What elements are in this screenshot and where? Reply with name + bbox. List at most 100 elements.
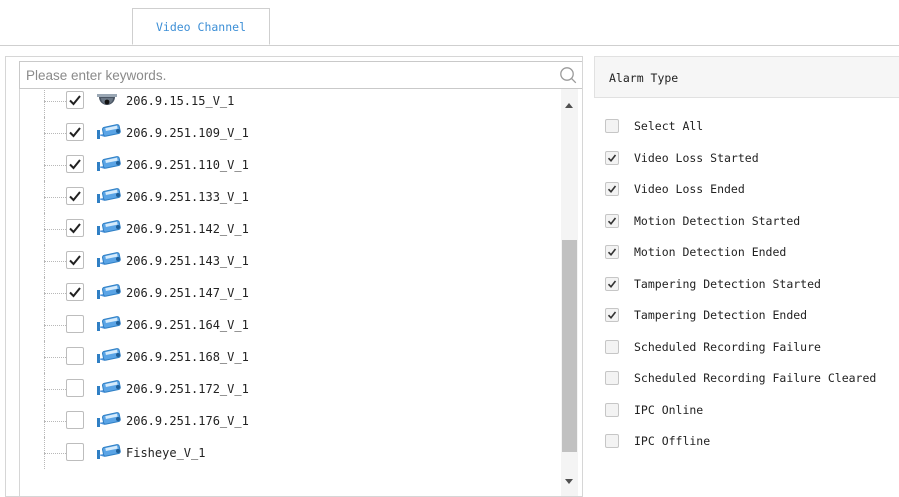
tree-connector <box>44 325 66 326</box>
channel-row[interactable]: 206.9.251.164_V_1 <box>20 309 561 341</box>
bullet-camera-icon <box>96 316 122 338</box>
tab-bar: Video Channel <box>0 0 899 46</box>
alarm-type-option[interactable]: IPC Offline <box>594 426 899 457</box>
bullet-camera-icon <box>96 348 122 370</box>
scroll-up-arrow[interactable] <box>565 103 573 108</box>
channel-label: 206.9.251.143_V_1 <box>126 254 249 268</box>
channel-row[interactable]: 206.9.251.172_V_1 <box>20 373 561 405</box>
checkmark-icon <box>69 191 81 202</box>
channel-label: 206.9.251.133_V_1 <box>126 190 249 204</box>
tree-connector <box>44 261 66 262</box>
checkmark-icon <box>69 255 81 266</box>
alarm-type-checkbox[interactable] <box>605 339 619 354</box>
alarm-type-label: Motion Detection Started <box>634 213 801 228</box>
search-input[interactable] <box>20 62 552 88</box>
alarm-type-option[interactable]: Video Loss Started <box>594 143 899 174</box>
channel-row[interactable]: Fisheye_V_1 <box>20 437 561 469</box>
alarm-type-label: Video Loss Started <box>634 150 759 165</box>
alarm-type-checkbox[interactable] <box>605 276 619 291</box>
bullet-camera-icon <box>96 124 122 146</box>
channel-checkbox[interactable] <box>66 411 84 429</box>
checkmark-icon <box>607 311 617 320</box>
bullet-camera-icon <box>96 284 122 306</box>
tree-connector <box>44 421 66 422</box>
checkmark-icon <box>69 223 81 234</box>
alarm-type-label: Scheduled Recording Failure <box>634 339 821 354</box>
alarm-type-option[interactable]: Scheduled Recording Failure Cleared <box>594 363 899 394</box>
alarm-type-checkbox[interactable] <box>605 402 619 417</box>
channel-checkbox[interactable] <box>66 315 84 333</box>
channel-checkbox[interactable] <box>66 251 84 269</box>
channel-checkbox[interactable] <box>66 187 84 205</box>
channel-row[interactable]: 206.9.251.133_V_1 <box>20 181 561 213</box>
checkmark-icon <box>69 127 81 138</box>
channel-row[interactable]: 206.9.251.147_V_1 <box>20 277 561 309</box>
checkmark-icon <box>69 95 81 106</box>
channel-checkbox[interactable] <box>66 443 84 461</box>
checkmark-icon <box>69 287 81 298</box>
channel-panel: 206.9.15.15_V_1 206.9.251.109_V_1 206.9.25… <box>5 56 583 497</box>
bullet-camera-icon <box>96 412 122 434</box>
channel-row[interactable]: 206.9.251.142_V_1 <box>20 213 561 245</box>
channel-checkbox[interactable] <box>66 155 84 173</box>
bullet-camera-icon <box>96 156 122 178</box>
search-box <box>19 61 582 89</box>
dome-camera-icon <box>96 92 118 114</box>
checkmark-icon <box>607 248 617 257</box>
channel-label: Fisheye_V_1 <box>126 446 206 460</box>
checkmark-icon <box>607 154 617 162</box>
channel-row[interactable]: 206.9.251.109_V_1 <box>20 117 561 149</box>
channel-label: 206.9.251.109_V_1 <box>126 126 249 140</box>
channel-row[interactable]: 206.9.251.110_V_1 <box>20 149 561 181</box>
alarm-type-header: Alarm Type <box>594 56 899 98</box>
scrollbar[interactable] <box>561 89 578 496</box>
channel-label: 206.9.251.168_V_1 <box>126 350 249 364</box>
bullet-camera-icon <box>96 252 122 274</box>
alarm-type-option[interactable]: Motion Detection Ended <box>594 237 899 268</box>
channel-label: 206.9.15.15_V_1 <box>126 94 235 108</box>
alarm-type-checkbox[interactable] <box>605 150 619 165</box>
channel-row[interactable]: 206.9.15.15_V_1 <box>20 89 561 117</box>
alarm-type-checkbox[interactable] <box>605 245 619 259</box>
tree-connector <box>44 133 66 134</box>
tree-connector <box>44 389 66 390</box>
scroll-thumb[interactable] <box>562 240 577 452</box>
alarm-type-checkbox[interactable] <box>605 308 619 322</box>
channel-checkbox[interactable] <box>66 379 84 397</box>
alarm-type-option[interactable]: Tampering Detection Ended <box>594 300 899 331</box>
channel-label: 206.9.251.142_V_1 <box>126 222 249 236</box>
select-all-option[interactable]: Select All <box>594 111 899 142</box>
tree-connector <box>44 197 66 198</box>
alarm-type-option[interactable]: Tampering Detection Started <box>594 269 899 300</box>
alarm-type-option[interactable]: Video Loss Ended <box>594 174 899 205</box>
alarm-type-option[interactable]: IPC Online <box>594 395 899 426</box>
channel-checkbox[interactable] <box>66 219 84 237</box>
tree-connector <box>44 89 45 117</box>
alarm-type-label: IPC Offline <box>634 434 711 448</box>
alarm-type-checkbox[interactable] <box>605 371 619 385</box>
alarm-type-checkbox[interactable] <box>605 119 619 133</box>
search-icon[interactable] <box>559 66 577 84</box>
tree-connector <box>44 293 66 294</box>
tree-connector <box>44 165 66 166</box>
channel-row[interactable]: 206.9.251.176_V_1 <box>20 405 561 437</box>
channel-tree: 206.9.15.15_V_1 206.9.251.109_V_1 206.9.25… <box>19 89 561 496</box>
checkmark-icon <box>69 159 81 170</box>
alarm-type-checkbox[interactable] <box>605 213 619 228</box>
checkmark-icon <box>607 185 617 194</box>
alarm-type-label: Video Loss Ended <box>634 182 745 196</box>
tab-video-channel[interactable]: Video Channel <box>132 8 270 45</box>
channel-checkbox[interactable] <box>66 283 84 301</box>
alarm-type-panel: Alarm Type Select All Video Loss Started V… <box>594 56 899 497</box>
alarm-type-checkbox[interactable] <box>605 434 619 448</box>
channel-row[interactable]: 206.9.251.143_V_1 <box>20 245 561 277</box>
alarm-type-option[interactable]: Motion Detection Started <box>594 206 899 237</box>
alarm-type-label: IPC Online <box>634 402 704 417</box>
channel-row[interactable]: 206.9.251.168_V_1 <box>20 341 561 373</box>
scroll-down-arrow[interactable] <box>565 479 573 484</box>
channel-checkbox[interactable] <box>66 347 84 365</box>
alarm-type-option[interactable]: Scheduled Recording Failure <box>594 332 899 363</box>
channel-checkbox[interactable] <box>66 123 84 141</box>
channel-checkbox[interactable] <box>66 91 84 109</box>
alarm-type-checkbox[interactable] <box>605 182 619 196</box>
